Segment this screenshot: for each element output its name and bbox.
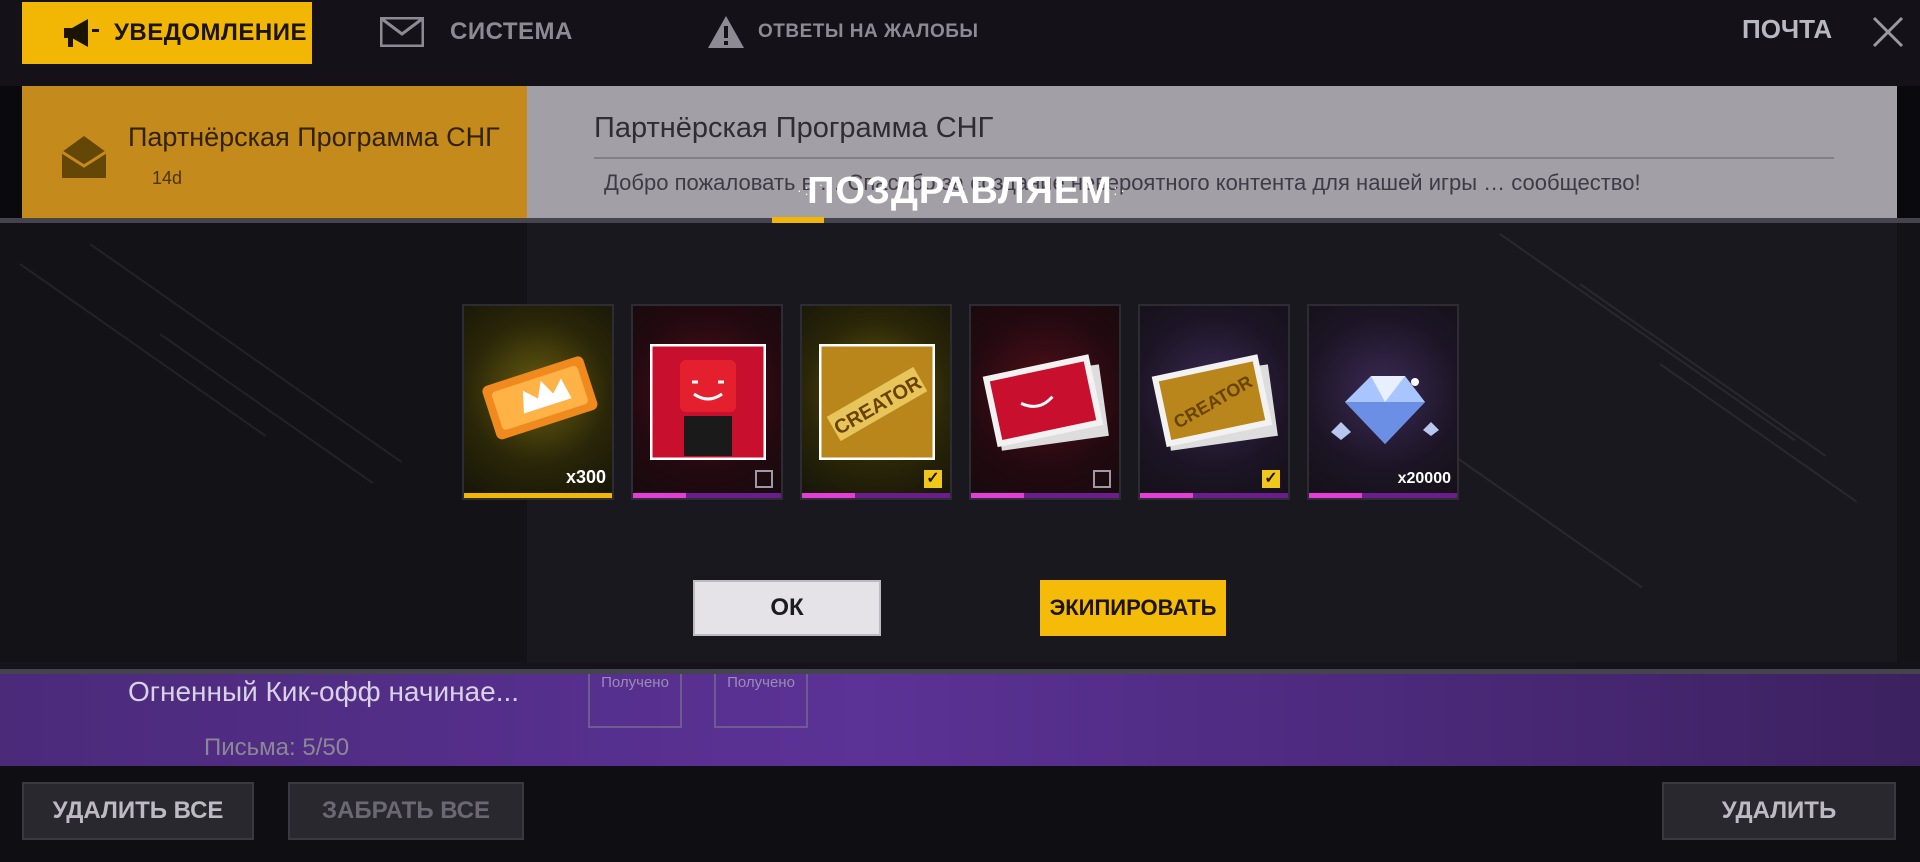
tab-notification[interactable]: УВЕДОМЛЕНИЕ bbox=[22, 2, 312, 64]
letters-count: Письма: 5/50 bbox=[204, 734, 350, 761]
tab-notification-label: УВЕДОМЛЕНИЕ bbox=[114, 19, 307, 46]
diamond-icon bbox=[1331, 376, 1439, 444]
tab-system-label: СИСТЕМА bbox=[450, 18, 573, 45]
page-title: ПОЧТА bbox=[1742, 14, 1833, 44]
bottom-bar: УДАЛИТЬ ВСЕ ЗАБРАТЬ ВСЕ УДАЛИТЬ bbox=[0, 766, 1920, 862]
rarity-bar bbox=[633, 493, 781, 498]
top-bar: УВЕДОМЛЕНИЕ СИСТЕМА ОТВЕТЫ НА ЖАЛОБЫ ПОЧ… bbox=[0, 0, 1920, 86]
rarity-bar bbox=[802, 493, 950, 498]
reward-card-avatar[interactable] bbox=[631, 304, 783, 500]
claimed-badge: Получено bbox=[714, 668, 808, 728]
delete-button[interactable]: УДАЛИТЬ bbox=[1662, 782, 1896, 840]
reward-checkbox[interactable] bbox=[1093, 470, 1111, 488]
reward-card-ticket[interactable]: x300 bbox=[462, 304, 614, 500]
tab-reports-label: ОТВЕТЫ НА ЖАЛОБЫ bbox=[758, 21, 979, 42]
reward-card-banner[interactable] bbox=[969, 304, 1121, 500]
reward-card-diamond[interactable]: x20000 bbox=[1307, 304, 1459, 500]
tab-system[interactable]: СИСТЕМА bbox=[380, 0, 573, 64]
mail-item-title-2: Огненный Кик-офф начинае... bbox=[128, 676, 520, 707]
sparkle-icon: ˙·:· bbox=[1098, 182, 1128, 198]
reward-modal bbox=[0, 218, 1920, 674]
reward-card-creator-banner[interactable]: CREATOR ✓ bbox=[1138, 304, 1290, 500]
rarity-bar bbox=[971, 493, 1119, 498]
close-icon[interactable] bbox=[1868, 12, 1908, 52]
reward-quantity: x300 bbox=[565, 467, 606, 487]
reward-card-creator-avatar[interactable]: CREATOR ✓ bbox=[800, 304, 952, 500]
rarity-bar bbox=[1309, 493, 1457, 498]
rarity-bar bbox=[464, 493, 612, 498]
avatar-icon bbox=[650, 344, 766, 460]
creator-banner-icon: CREATOR bbox=[1151, 354, 1278, 451]
megaphone-icon bbox=[64, 19, 99, 47]
reward-quantity: x20000 bbox=[1397, 470, 1451, 487]
creator-badge-icon: CREATOR bbox=[819, 344, 935, 460]
banner-icon bbox=[982, 354, 1109, 451]
reward-checkbox[interactable] bbox=[755, 470, 773, 488]
sparkle-icon: ·:·˙ bbox=[797, 182, 827, 198]
claim-all-button[interactable]: ЗАБРАТЬ ВСЕ bbox=[288, 782, 524, 840]
reward-checkbox-checked[interactable]: ✓ bbox=[1262, 470, 1280, 488]
congrats-title: ПОЗДРАВЛЯЕМ bbox=[807, 170, 1113, 212]
ticket-icon bbox=[482, 356, 598, 440]
warning-icon bbox=[708, 16, 744, 48]
title-underline bbox=[772, 217, 824, 223]
envelope-icon bbox=[380, 17, 424, 47]
equip-button[interactable]: ЭКИПИРОВАТЬ bbox=[1040, 580, 1226, 636]
rarity-bar bbox=[1140, 493, 1288, 498]
ok-button[interactable]: ОК bbox=[693, 580, 881, 636]
delete-all-button[interactable]: УДАЛИТЬ ВСЕ bbox=[22, 782, 254, 840]
tab-reports[interactable]: ОТВЕТЫ НА ЖАЛОБЫ bbox=[706, 0, 978, 64]
reward-checkbox-checked[interactable]: ✓ bbox=[924, 470, 942, 488]
claimed-badge: Получено bbox=[588, 668, 682, 728]
